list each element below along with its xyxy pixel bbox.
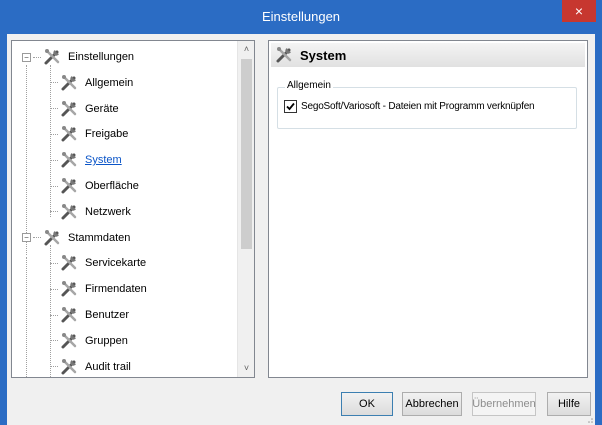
tools-icon (60, 151, 80, 169)
tree-group[interactable]: − Stammdaten (22, 226, 132, 250)
link-files-option[interactable]: SegoSoft/Variosoft - Dateien mit Program… (284, 100, 535, 113)
tree-item-label: Freigabe (85, 128, 129, 141)
tree-item[interactable]: Netzwerk (50, 200, 133, 224)
tree-group-label: Stammdaten (68, 231, 131, 244)
collapse-icon[interactable]: − (22, 233, 31, 243)
panel-header: System (271, 43, 585, 67)
tree-line (26, 257, 27, 377)
groupbox-label: Allgemein (285, 80, 333, 91)
tree-item-label: Allgemein (85, 76, 134, 89)
tools-icon (43, 48, 63, 66)
tree-group-label: Einstellungen (68, 51, 135, 63)
settings-tree[interactable]: − Einstellungen Allgemein Geräte Freigabe Sys… (11, 40, 255, 378)
tree-item[interactable]: Geräte (50, 97, 121, 121)
close-button[interactable]: × (562, 0, 596, 22)
tree-item-label: System (85, 154, 122, 167)
tools-icon (60, 203, 80, 221)
tools-icon (60, 177, 80, 195)
tree-item[interactable]: Firmendaten (50, 277, 149, 301)
checkmark-icon (286, 102, 295, 111)
tree-line (50, 159, 58, 161)
tools-icon (60, 280, 80, 298)
tree-item[interactable]: Gruppen (50, 329, 130, 353)
help-button[interactable]: Hilfe (547, 392, 591, 416)
tools-icon (60, 74, 80, 92)
tree-line (33, 56, 41, 58)
link-files-label: SegoSoft/Variosoft - Dateien mit Program… (301, 101, 535, 112)
tree-line (50, 211, 58, 213)
link-files-checkbox[interactable] (284, 100, 297, 113)
tree-item-label: Benutzer (85, 309, 130, 321)
tools-icon (60, 125, 80, 143)
tree-line (50, 340, 58, 342)
tools-icon (275, 46, 295, 64)
tree-scrollbar[interactable]: ˄ ˅ (237, 41, 254, 377)
general-groupbox: Allgemein SegoSoft/Variosoft - Dateien m… (277, 80, 577, 129)
tools-icon (60, 332, 80, 350)
scroll-down-button[interactable]: ˅ (238, 360, 254, 377)
system-settings-panel: System Allgemein SegoSoft/Variosoft - Da… (268, 40, 588, 378)
tree-item-label: Firmendaten (85, 283, 147, 296)
tools-icon (60, 100, 80, 118)
tree-item-label: Gruppen (85, 334, 128, 347)
tree-item-label: Audit trail (85, 360, 131, 373)
tree-group[interactable]: − Einstellungen (22, 45, 136, 69)
tree-item[interactable]: System (50, 148, 124, 172)
settings-window: Einstellungen × − Einstellungen Allgemein G… (0, 0, 602, 425)
ok-button[interactable]: OK (341, 392, 393, 416)
tree-item[interactable]: Servicekarte (50, 251, 148, 275)
tree-item-label: Netzwerk (85, 205, 131, 218)
tree-line (50, 314, 58, 316)
chevron-down-icon: ˅ (243, 363, 250, 373)
scroll-up-button[interactable]: ˄ (238, 41, 254, 58)
cancel-button[interactable]: Abbrechen (402, 392, 462, 416)
tree-line (33, 237, 41, 239)
tree-item-label: Oberfläche (85, 180, 139, 192)
tree-item-label: Servicekarte (85, 257, 147, 270)
close-icon: × (574, 3, 584, 19)
tree-line (50, 262, 58, 264)
tree-item-label: Geräte (85, 102, 119, 115)
title-bar[interactable]: Einstellungen × (0, 0, 602, 34)
tree-line (50, 82, 58, 84)
tree-line (50, 185, 58, 187)
tree-line (50, 366, 58, 368)
tree-line (50, 288, 58, 290)
tree-item[interactable]: Audit trail (50, 355, 133, 377)
collapse-icon[interactable]: − (22, 52, 31, 62)
tree-item[interactable]: Allgemein (50, 71, 135, 95)
dialog-client-area: − Einstellungen Allgemein Geräte Freigabe Sys… (7, 34, 595, 425)
tree-item[interactable]: Benutzer (50, 303, 131, 327)
apply-button[interactable]: Übernehmen (472, 392, 536, 416)
tree-line (50, 108, 58, 110)
window-title: Einstellungen (261, 9, 341, 24)
chevron-up-icon: ˄ (243, 44, 250, 54)
tools-icon (60, 306, 80, 324)
tree-line (50, 133, 58, 135)
scroll-thumb[interactable] (241, 59, 252, 249)
resize-grip-icon[interactable] (585, 415, 593, 423)
tree-item[interactable]: Freigabe (50, 122, 130, 146)
tools-icon (60, 358, 80, 376)
tools-icon (43, 229, 63, 247)
tools-icon (60, 254, 80, 272)
tree-item[interactable]: Oberfläche (50, 174, 141, 198)
panel-title: System (300, 47, 347, 63)
